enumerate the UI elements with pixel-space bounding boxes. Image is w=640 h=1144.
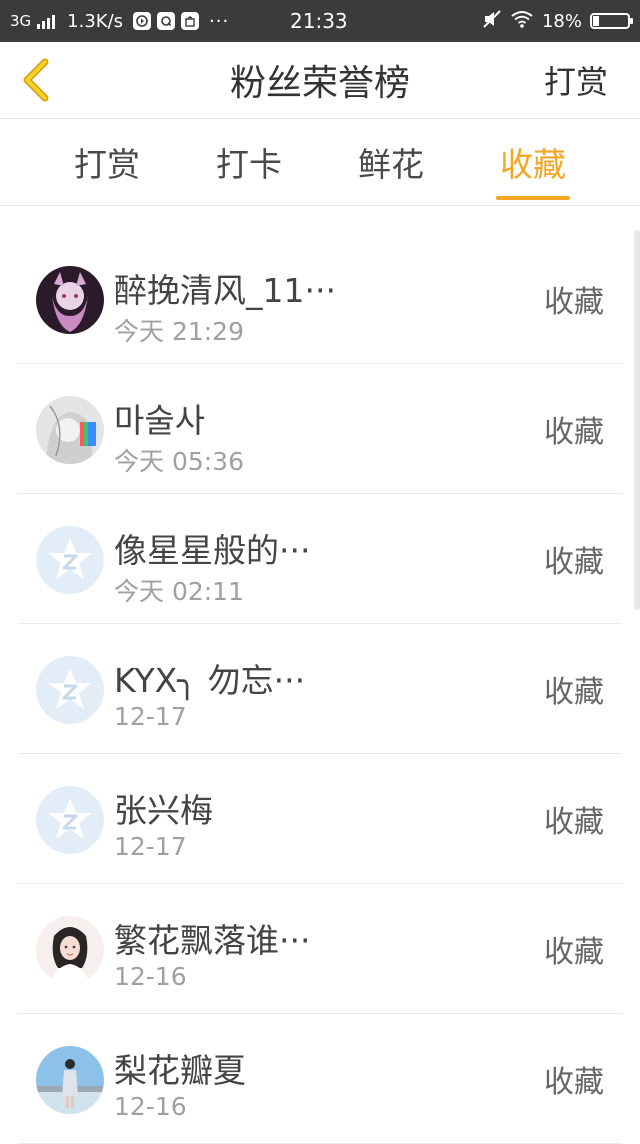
network-type: 3G xyxy=(10,12,32,30)
collect-time: 12-16 xyxy=(114,962,187,991)
wifi-icon xyxy=(510,9,534,34)
status-bar: 3G 1.3K/s ··· 21:33 18% xyxy=(0,0,640,42)
fan-list: 醉挽清风_11··· 今天 21:29 收藏 마술사 今天 05:36 收藏 像… xyxy=(18,234,622,1144)
list-item[interactable]: 繁花飘落谁··· 12-16 收藏 xyxy=(18,884,622,1014)
user-name: 醉挽清风_11··· xyxy=(114,271,336,310)
avatar[interactable] xyxy=(36,916,104,984)
tab-label: 收藏 xyxy=(500,145,566,184)
tab-reward[interactable]: 打赏 xyxy=(62,119,152,205)
favorite-label: 收藏 xyxy=(544,544,604,580)
reward-button[interactable]: 打赏 xyxy=(544,42,608,118)
tab-label: 打卡 xyxy=(216,145,282,184)
tab-checkin[interactable]: 打卡 xyxy=(204,119,294,205)
user-name: 繁花飘落谁··· xyxy=(114,921,311,960)
back-button[interactable] xyxy=(12,56,60,104)
avatar[interactable] xyxy=(36,1046,104,1114)
tab-favorites[interactable]: 收藏 xyxy=(488,119,578,205)
tab-bar: 打赏 打卡 鲜花 收藏 xyxy=(0,119,640,206)
avatar[interactable] xyxy=(36,266,104,334)
chevron-left-icon xyxy=(23,58,49,102)
battery-fill xyxy=(593,16,599,26)
signal-icon xyxy=(37,13,56,29)
video-app-icon xyxy=(133,12,152,30)
default-avatar-icon[interactable] xyxy=(36,656,104,724)
user-name: KYX╮ 勿忘··· xyxy=(114,661,306,700)
user-name: 像星星般的··· xyxy=(114,531,311,570)
favorite-label: 收藏 xyxy=(544,414,604,450)
list-item[interactable]: 张兴梅 12-17 收藏 xyxy=(18,754,622,884)
tab-flowers[interactable]: 鲜花 xyxy=(346,119,436,205)
collect-time: 12-17 xyxy=(114,832,187,861)
user-name: 梨花瓣夏 xyxy=(114,1051,246,1090)
collect-time: 今天 21:29 xyxy=(114,317,244,346)
battery-icon xyxy=(590,13,633,29)
list-item[interactable]: 醉挽清风_11··· 今天 21:29 收藏 xyxy=(18,234,622,364)
list-item[interactable]: KYX╮ 勿忘··· 12-17 收藏 xyxy=(18,624,622,754)
active-tab-indicator xyxy=(496,196,570,200)
status-bar-right: 18% xyxy=(482,0,633,42)
list-item[interactable]: 마술사 今天 05:36 收藏 xyxy=(18,364,622,494)
network-speed: 1.3K/s xyxy=(67,10,124,32)
qq-browser-icon xyxy=(157,12,176,30)
tab-label: 鲜花 xyxy=(358,145,424,184)
mute-icon xyxy=(482,9,502,34)
favorite-label: 收藏 xyxy=(544,934,604,970)
shopping-bag-icon xyxy=(181,12,200,30)
favorite-label: 收藏 xyxy=(544,804,604,840)
favorite-label: 收藏 xyxy=(544,674,604,710)
list-scrollbar[interactable] xyxy=(634,230,640,610)
avatar[interactable] xyxy=(36,396,104,464)
collect-time: 今天 05:36 xyxy=(114,447,244,476)
battery-percent: 18% xyxy=(541,10,582,32)
user-name: 마술사 xyxy=(114,401,206,440)
default-avatar-icon[interactable] xyxy=(36,786,104,854)
user-name: 张兴梅 xyxy=(114,791,213,830)
status-bar-left: 3G 1.3K/s ··· xyxy=(10,0,229,42)
more-notifications: ··· xyxy=(209,10,230,32)
tab-label: 打赏 xyxy=(74,145,140,184)
collect-time: 12-16 xyxy=(114,1092,187,1121)
list-item[interactable]: 像星星般的··· 今天 02:11 收藏 xyxy=(18,494,622,624)
app-header: 粉丝荣誉榜 打赏 xyxy=(0,42,640,119)
favorite-label: 收藏 xyxy=(544,284,604,320)
clock: 21:33 xyxy=(290,9,348,33)
default-avatar-icon[interactable] xyxy=(36,526,104,594)
favorite-label: 收藏 xyxy=(544,1064,604,1100)
collect-time: 12-17 xyxy=(114,702,187,731)
list-item[interactable]: 梨花瓣夏 12-16 收藏 xyxy=(18,1014,622,1144)
collect-time: 今天 02:11 xyxy=(114,577,244,606)
